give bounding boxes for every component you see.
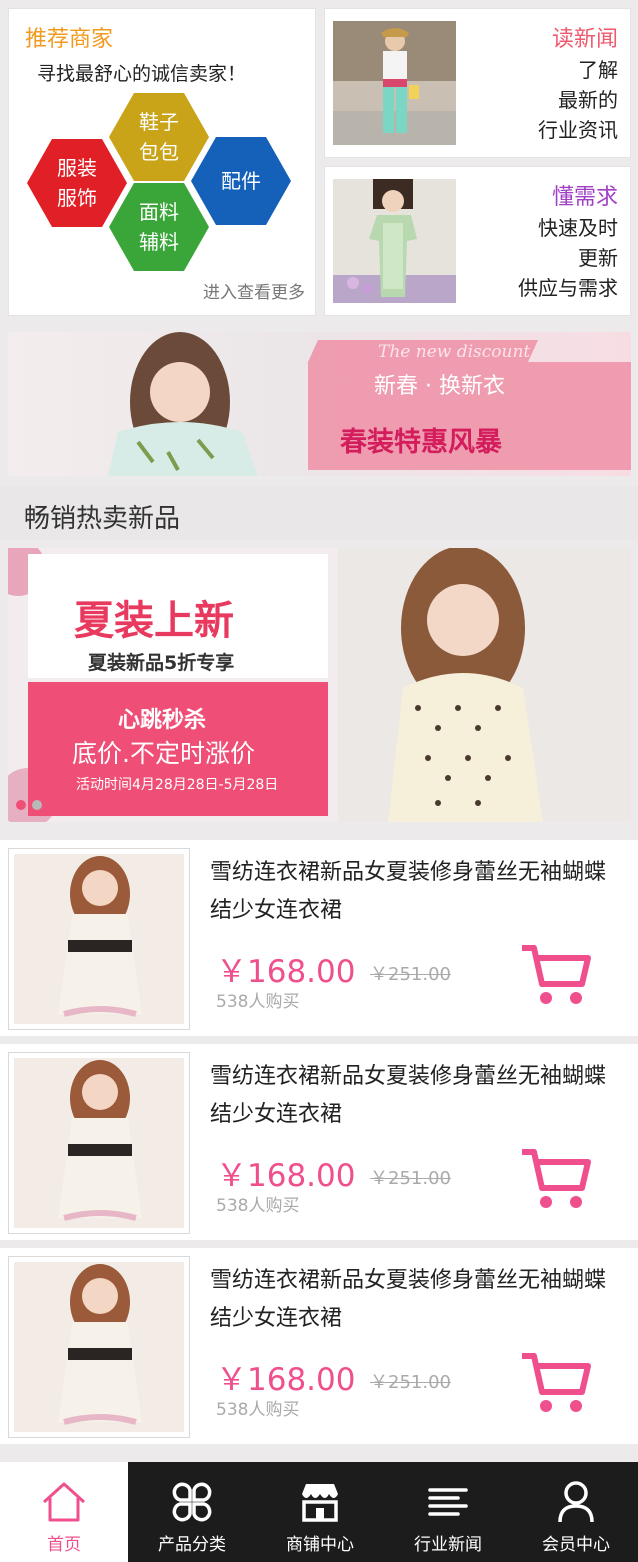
demand-description: 快速及时 更新 供应与需求	[518, 213, 618, 303]
product-title[interactable]: 雪纺连衣裙新品女夏装修身蕾丝无袖蝴蝶结少女连衣裙	[210, 1262, 610, 1338]
hex-clothing[interactable]: 服装 服饰	[27, 139, 127, 227]
nav-label: 商铺中心	[286, 1535, 354, 1555]
summer-sale-carousel[interactable]: 夏装上新 夏装新品5折专享 心跳秒杀 底价.不定时涨价 活动时间4月28月28日…	[8, 548, 631, 822]
product-sold-count: 538人购买	[216, 992, 300, 1012]
demand-thumbnail	[333, 179, 456, 303]
product-image[interactable]	[8, 1052, 190, 1234]
product-old-price: ￥251.00	[370, 1372, 451, 1393]
nav-categories[interactable]: 产品分类	[128, 1462, 256, 1562]
section-title: 畅销热卖新品	[24, 504, 181, 534]
nav-label: 首页	[47, 1535, 81, 1555]
spring-sale-banner[interactable]: The new discount 新春 · 换新衣 春装特惠风暴	[8, 332, 631, 476]
see-more-link[interactable]: 进入查看更多	[203, 278, 305, 303]
banner-tagline: 新春 · 换新衣	[374, 374, 505, 399]
carousel-flash-title: 心跳秒杀	[118, 708, 207, 733]
product-old-price: ￥251.00	[370, 1168, 451, 1189]
news-description: 了解 最新的 行业资讯	[538, 55, 618, 145]
news-title: 读新闻	[551, 27, 618, 52]
merchants-title: 推荐商家	[25, 27, 114, 52]
product-price: ￥168.00	[216, 1158, 356, 1194]
carousel-subline: 夏装新品5折专享	[88, 652, 235, 674]
cart-icon[interactable]	[520, 1148, 592, 1212]
product-sold-count: 538人购买	[216, 1400, 300, 1420]
store-icon	[302, 1484, 338, 1522]
merchants-card[interactable]: 推荐商家 寻找最舒心的诚信卖家！ 鞋子 包包 服装 服饰 配件 面料 辅料 进入…	[8, 8, 316, 316]
product-item[interactable]: 雪纺连衣裙新品女夏装修身蕾丝无袖蝴蝶结少女连衣裙 ￥168.00 ￥251.00…	[0, 1248, 638, 1444]
product-item[interactable]: 雪纺连衣裙新品女夏装修身蕾丝无袖蝴蝶结少女连衣裙 ￥168.00 ￥251.00…	[0, 840, 638, 1036]
demand-line: 供应与需求	[518, 276, 618, 300]
bottom-nav: 首页 产品分类 商铺中心 行业新闻 会员中心	[0, 1462, 638, 1562]
carousel-period: 活动时间4月28月28日-5月28日	[76, 777, 279, 793]
carousel-flash-subtitle: 底价.不定时涨价	[72, 739, 255, 768]
news-line: 行业资讯	[538, 118, 618, 142]
category-icon	[172, 1482, 212, 1522]
merchants-subtitle: 寻找最舒心的诚信卖家！	[37, 63, 247, 85]
cart-icon[interactable]	[520, 1352, 592, 1416]
nav-label: 产品分类	[158, 1535, 226, 1555]
nav-members[interactable]: 会员中心	[512, 1462, 638, 1562]
product-title[interactable]: 雪纺连衣裙新品女夏装修身蕾丝无袖蝴蝶结少女连衣裙	[210, 1058, 610, 1134]
nav-label: 行业新闻	[414, 1535, 482, 1555]
demand-line: 快速及时	[538, 216, 618, 240]
hex-fabrics[interactable]: 面料 辅料	[109, 183, 209, 271]
hex-label-2: 包包	[139, 140, 179, 164]
product-item[interactable]: 雪纺连衣裙新品女夏装修身蕾丝无袖蝴蝶结少女连衣裙 ￥168.00 ￥251.00…	[0, 1044, 638, 1240]
demand-card[interactable]: 懂需求 快速及时 更新 供应与需求	[324, 166, 631, 316]
hex-label-1: 鞋子	[139, 110, 179, 134]
hex-accessories[interactable]: 配件	[191, 137, 291, 225]
hex-label-2: 服饰	[57, 186, 97, 210]
hex-label-2: 辅料	[139, 230, 179, 254]
news-icon	[428, 1488, 468, 1516]
nav-news[interactable]: 行业新闻	[384, 1462, 512, 1562]
news-card[interactable]: 读新闻 了解 最新的 行业资讯	[324, 8, 631, 158]
nav-label: 会员中心	[542, 1535, 610, 1555]
home-icon	[42, 1482, 86, 1522]
demand-title: 懂需求	[551, 185, 618, 210]
banner-model-image	[108, 332, 631, 476]
carousel-dot-active[interactable]	[16, 800, 26, 810]
product-image[interactable]	[8, 1256, 190, 1438]
user-icon	[558, 1481, 594, 1523]
news-line: 最新的	[558, 88, 618, 112]
product-price: ￥168.00	[216, 954, 356, 990]
nav-stores[interactable]: 商铺中心	[256, 1462, 384, 1562]
section-header: 畅销热卖新品	[0, 486, 638, 540]
product-title[interactable]: 雪纺连衣裙新品女夏装修身蕾丝无袖蝴蝶结少女连衣裙	[210, 854, 610, 930]
hex-label-1: 面料	[139, 200, 179, 224]
banner-script-text: The new discount	[378, 342, 531, 362]
cart-icon[interactable]	[520, 944, 592, 1008]
demand-line: 更新	[578, 246, 618, 270]
hex-label-1: 服装	[57, 156, 97, 180]
carousel-dot[interactable]	[32, 800, 42, 810]
nav-home[interactable]: 首页	[0, 1462, 128, 1562]
product-price: ￥168.00	[216, 1362, 356, 1398]
news-thumbnail	[333, 21, 456, 145]
hex-shoes-bags[interactable]: 鞋子 包包	[109, 93, 209, 181]
hex-label-1: 配件	[221, 169, 261, 193]
news-line: 了解	[578, 58, 618, 82]
product-old-price: ￥251.00	[370, 964, 451, 985]
product-sold-count: 538人购买	[216, 1196, 300, 1216]
product-image[interactable]	[8, 848, 190, 1030]
carousel-headline: 夏装上新	[74, 598, 234, 644]
banner-headline: 春装特惠风暴	[340, 427, 502, 458]
